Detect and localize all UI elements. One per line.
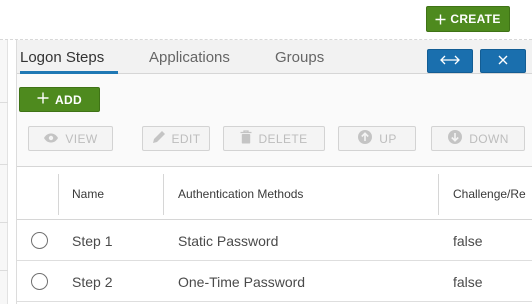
expand-horizontal-icon xyxy=(440,52,460,70)
arrow-up-circle-icon xyxy=(357,129,373,148)
column-divider xyxy=(58,174,59,215)
plus-icon xyxy=(37,92,49,107)
tab-logon-steps[interactable]: Logon Steps xyxy=(20,40,118,74)
table-row[interactable]: Step 2 One-Time Password false xyxy=(17,261,532,302)
arrow-down-circle-icon xyxy=(447,129,463,148)
step-name: Step 2 xyxy=(72,273,113,290)
divider xyxy=(0,222,8,223)
column-header-name[interactable]: Name xyxy=(72,167,104,220)
eye-icon xyxy=(43,132,59,146)
table-row[interactable]: Step 1 Static Password false xyxy=(17,220,532,261)
tab-label: Applications xyxy=(149,48,230,66)
edit-button-label: EDIT xyxy=(171,131,201,146)
step-name: Step 1 xyxy=(72,232,113,249)
add-button[interactable]: ADD xyxy=(19,87,100,112)
row-select-radio[interactable] xyxy=(31,232,48,249)
tab-bar: Logon Steps Applications Groups xyxy=(17,40,532,74)
authentication-method: Static Password xyxy=(178,232,279,249)
column-header-challenge[interactable]: Challenge/Re xyxy=(453,167,526,220)
table-header: Name Authentication Methods Challenge/Re xyxy=(17,167,532,220)
view-button-label: VIEW xyxy=(65,131,98,146)
row-select-radio[interactable] xyxy=(31,273,48,290)
logon-steps-table: Name Authentication Methods Challenge/Re… xyxy=(17,166,532,304)
move-up-button-label: UP xyxy=(379,131,397,146)
create-button[interactable]: CREATE xyxy=(426,6,510,32)
challenge-value: false xyxy=(453,273,483,290)
divider xyxy=(0,270,8,271)
column-divider xyxy=(163,174,164,215)
left-list-edge xyxy=(0,40,8,304)
tab-applications[interactable]: Applications xyxy=(149,40,230,74)
move-up-button[interactable]: UP xyxy=(338,126,416,151)
tab-groups[interactable]: Groups xyxy=(275,40,324,74)
challenge-value: false xyxy=(453,232,483,249)
tab-label: Groups xyxy=(275,48,325,66)
delete-button[interactable]: DELETE xyxy=(223,126,325,151)
create-button-label: CREATE xyxy=(450,12,501,26)
move-down-button[interactable]: DOWN xyxy=(431,126,525,151)
logon-steps-panel: Logon Steps Applications Groups ADD VIEW xyxy=(16,40,532,304)
plus-icon xyxy=(435,14,446,25)
add-button-label: ADD xyxy=(55,92,82,107)
delete-button-label: DELETE xyxy=(258,131,308,146)
pencil-icon xyxy=(152,130,166,147)
column-header-authentication-methods[interactable]: Authentication Methods xyxy=(178,167,303,220)
column-divider xyxy=(438,174,439,215)
divider xyxy=(0,164,8,165)
divider xyxy=(0,102,8,103)
close-icon xyxy=(498,52,508,70)
trash-icon xyxy=(240,130,252,147)
expand-panel-button[interactable] xyxy=(427,49,473,73)
edit-button[interactable]: EDIT xyxy=(142,126,210,151)
authentication-method: One-Time Password xyxy=(178,273,306,290)
move-down-button-label: DOWN xyxy=(469,131,509,146)
tab-label: Logon Steps xyxy=(20,48,105,66)
view-button[interactable]: VIEW xyxy=(28,126,113,151)
close-panel-button[interactable] xyxy=(480,49,526,73)
